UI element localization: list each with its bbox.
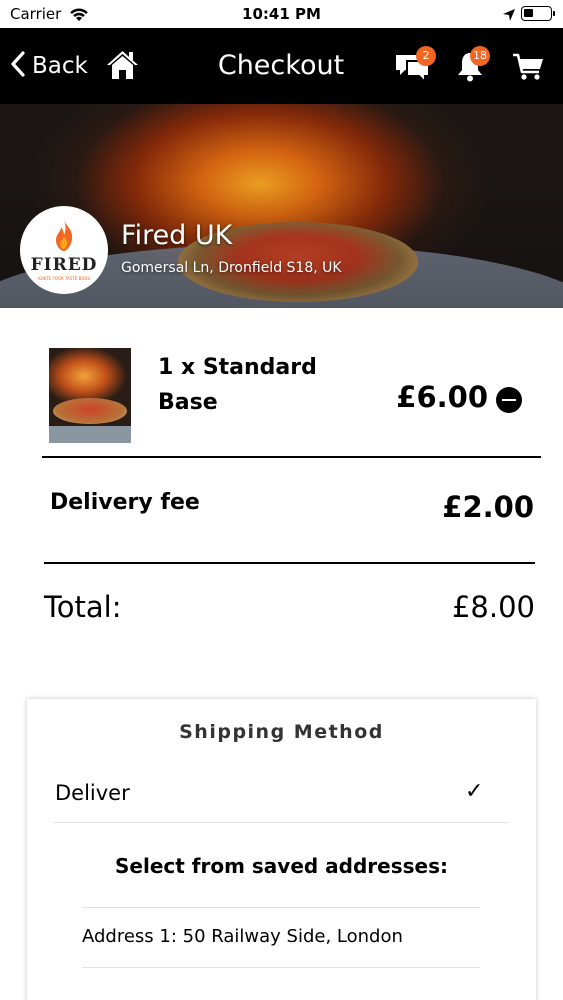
status-bar: Carrier 10:41 PM [0, 0, 563, 28]
chat-count-badge: 2 [416, 46, 436, 66]
item-name: 1 x Standard Base [158, 355, 317, 415]
store-logo: FIRED IGNITE YOUR TASTE BUDS [20, 206, 108, 294]
store-address: Gomersal Ln, Dronfield S18, UK [121, 260, 342, 276]
notification-count-badge: 18 [470, 46, 490, 66]
chevron-left-icon [10, 51, 26, 81]
cart-icon [512, 53, 544, 86]
back-label: Back [32, 53, 88, 79]
home-button[interactable] [106, 49, 139, 85]
chat-icon [395, 55, 431, 88]
delivery-fee-value: £2.00 [442, 490, 534, 524]
shipping-option-label: Deliver [55, 781, 130, 805]
saved-address-label: Address 1: 50 Railway Side, London [82, 926, 403, 947]
checkmark-icon: ✓ [465, 779, 484, 804]
clock: 10:41 PM [242, 5, 321, 23]
delivery-fee-label: Delivery fee [50, 490, 200, 515]
back-button[interactable]: Back [10, 50, 88, 82]
item-price: £6.00 [396, 380, 488, 414]
flame-icon [56, 220, 73, 251]
saved-address-item[interactable]: Address 1: 50 Railway Side, London [82, 907, 480, 968]
store-banner: FIRED IGNITE YOUR TASTE BUDS Fired UK Go… [0, 104, 563, 308]
store-name: Fired UK [121, 220, 233, 251]
total-value: £8.00 [451, 590, 535, 624]
page-title: Checkout [217, 50, 345, 81]
remove-item-button[interactable] [496, 387, 522, 413]
divider [44, 562, 535, 564]
logo-tagline: IGNITE YOUR TASTE BUDS [38, 276, 90, 281]
saved-addresses-title: Select from saved addresses: [115, 854, 448, 878]
total-label: Total: [44, 590, 122, 624]
shipping-option-deliver[interactable]: Deliver ✓ [54, 777, 509, 823]
location-arrow-icon [502, 7, 516, 26]
cart-button[interactable] [512, 52, 544, 86]
battery-icon [521, 6, 555, 21]
divider [42, 456, 541, 458]
logo-brand: FIRED [30, 255, 98, 275]
bell-icon [456, 53, 484, 86]
home-icon [106, 51, 139, 85]
navigation-bar: Back Checkout 2 18 [0, 28, 563, 104]
item-thumbnail [49, 348, 131, 443]
shipping-method-card: Shipping Method Deliver ✓ Select from sa… [27, 699, 536, 1000]
shipping-method-title: Shipping Method [179, 721, 384, 743]
